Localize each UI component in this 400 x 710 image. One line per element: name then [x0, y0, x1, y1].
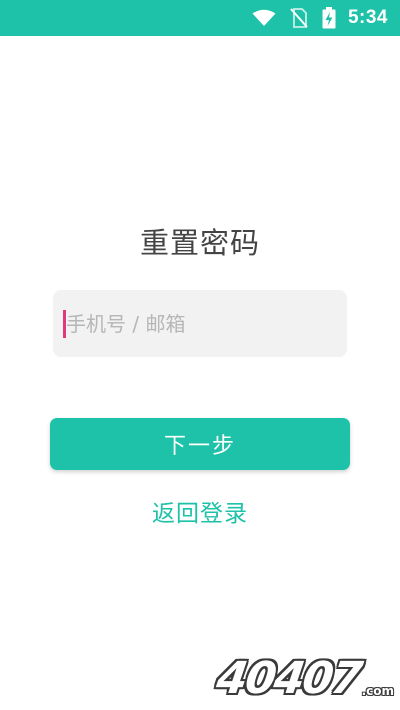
page-title: 重置密码	[139, 226, 260, 260]
watermark-suffix: .com	[361, 684, 394, 698]
status-time: 5:34	[347, 7, 388, 28]
next-step-button[interactable]: 下一步	[50, 418, 350, 470]
watermark-logo: 40407 .com	[213, 653, 394, 704]
back-to-login-link[interactable]: 返回登录	[0, 494, 400, 528]
watermark-text: 40407	[212, 653, 364, 704]
no-sim-icon	[290, 8, 308, 28]
account-input-container[interactable]	[53, 290, 347, 357]
account-input[interactable]	[66, 311, 336, 336]
status-bar: 5:34	[0, 0, 400, 36]
battery-charging-icon	[322, 7, 336, 29]
wifi-icon	[252, 9, 276, 27]
